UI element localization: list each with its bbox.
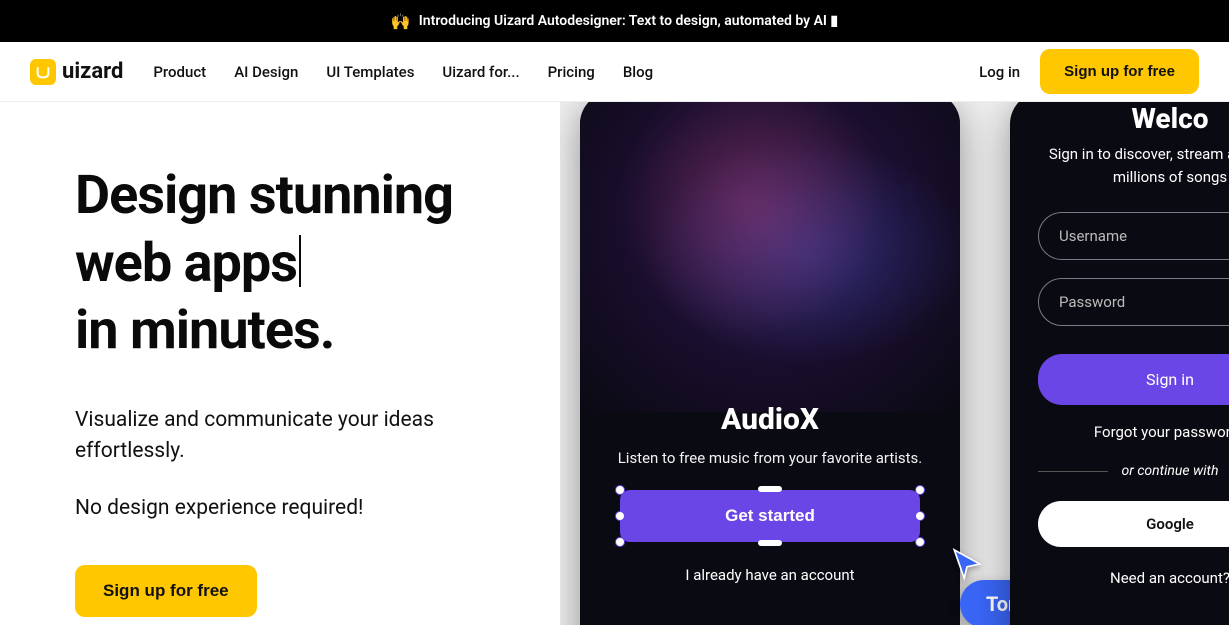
hero-note: No design experience required!	[75, 496, 530, 520]
mockup-app-subtitle: Listen to free music from your favorite …	[610, 447, 930, 470]
resize-handle-icon[interactable]	[615, 485, 625, 495]
mockup-google-button[interactable]: Google	[1038, 501, 1229, 547]
mockup-signin-title: Welco	[1038, 102, 1229, 135]
brand-logo[interactable]: uizard	[30, 59, 123, 85]
announcement-bar[interactable]: 🙌 Introducing Uizard Autodesigner: Text …	[0, 0, 1229, 42]
resize-edge-icon[interactable]	[758, 540, 782, 546]
hero-title-line2: web apps	[75, 232, 297, 295]
resize-handle-icon[interactable]	[915, 537, 925, 547]
mockup-get-started-button[interactable]: Get started	[620, 490, 920, 542]
site-header: uizard Product AI Design UI Templates Ui…	[0, 42, 1229, 102]
nav-pricing[interactable]: Pricing	[548, 63, 595, 81]
main-nav: Product AI Design UI Templates Uizard fo…	[153, 63, 653, 81]
nav-blog[interactable]: Blog	[623, 63, 653, 81]
nav-ai-design[interactable]: AI Design	[234, 63, 298, 81]
hero-copy: Design stunning web apps in minutes. Vis…	[0, 102, 560, 625]
mockup-username-input[interactable]: Username	[1038, 212, 1229, 260]
announce-emoji: 🙌	[391, 12, 411, 31]
nav-ui-templates[interactable]: UI Templates	[326, 63, 414, 81]
signup-button-hero[interactable]: Sign up for free	[75, 565, 257, 617]
resize-handle-icon[interactable]	[915, 485, 925, 495]
typing-cursor-icon	[299, 235, 301, 287]
hero-title-line3: in minutes.	[75, 299, 334, 362]
mockup-divider-text: or continue with	[1122, 463, 1219, 479]
resize-edge-icon[interactable]	[758, 486, 782, 492]
collaborator-cursor-icon	[950, 547, 984, 585]
mockup-password-input[interactable]: Password	[1038, 278, 1229, 326]
brand-name: uizard	[62, 59, 123, 84]
hero-subtitle: Visualize and communicate your ideas eff…	[75, 405, 530, 468]
signup-button-header[interactable]: Sign up for free	[1040, 49, 1199, 94]
mockup-existing-account-link[interactable]: I already have an account	[610, 566, 930, 584]
mockup-divider: or continue with	[1038, 463, 1229, 479]
mockup-hero-image	[580, 102, 960, 412]
mockup-app-title: AudioX	[610, 402, 930, 437]
mockup-phone-audiox: AudioX Listen to free music from your fa…	[580, 102, 960, 625]
announce-text: Introducing Uizard Autodesigner: Text to…	[419, 13, 838, 29]
mockup-phone-signin: Welco Sign in to discover, stream and en…	[1010, 102, 1229, 625]
selected-element-frame[interactable]: Get started	[620, 490, 920, 542]
login-link[interactable]: Log in	[979, 63, 1020, 81]
nav-product[interactable]: Product	[153, 63, 206, 81]
hero-title-line1: Design stunning	[75, 164, 453, 227]
resize-handle-icon[interactable]	[915, 511, 925, 521]
mockup-need-account-link[interactable]: Need an account?	[1038, 569, 1229, 587]
resize-handle-icon[interactable]	[615, 537, 625, 547]
logo-mark-icon	[30, 59, 56, 85]
nav-uizard-for[interactable]: Uizard for...	[442, 63, 519, 81]
resize-handle-icon[interactable]	[615, 511, 625, 521]
hero-preview-canvas: AudioX Listen to free music from your fa…	[560, 102, 1229, 625]
mockup-signin-subtitle: Sign in to discover, stream and enjoy mi…	[1038, 143, 1229, 188]
mockup-forgot-password-link[interactable]: Forgot your password?	[1038, 423, 1229, 441]
hero-title: Design stunning web apps in minutes.	[75, 162, 530, 365]
mockup-signin-button[interactable]: Sign in	[1038, 354, 1229, 405]
hero-section: Design stunning web apps in minutes. Vis…	[0, 102, 1229, 625]
